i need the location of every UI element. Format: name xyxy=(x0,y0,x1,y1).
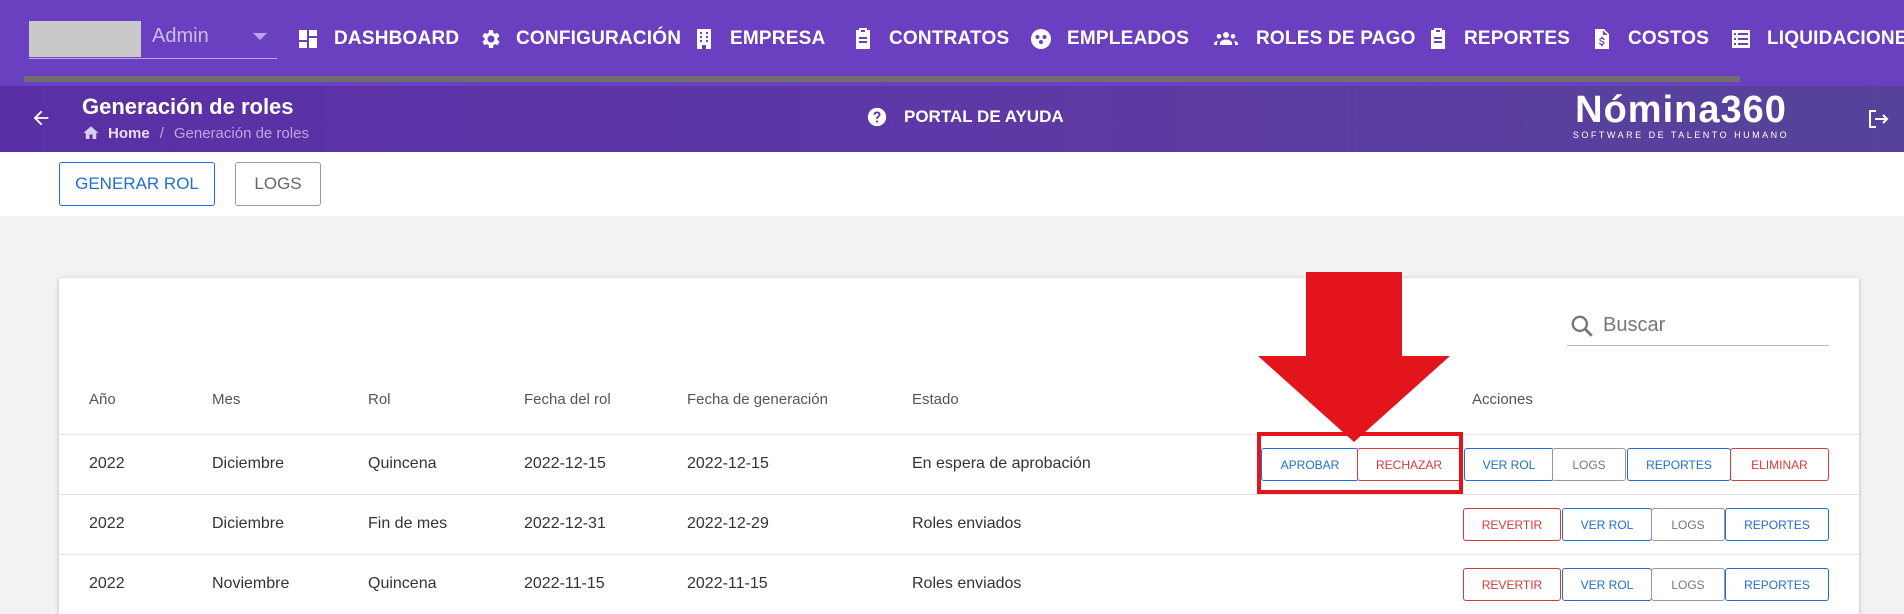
clipboard-icon xyxy=(1431,28,1445,49)
nav-empleados[interactable]: EMPLEADOS xyxy=(1029,22,1189,56)
view-role-button[interactable]: VER ROL xyxy=(1562,568,1652,601)
row-logs-button[interactable]: LOGS xyxy=(1651,568,1725,601)
cell-estado: Roles enviados xyxy=(912,575,1022,592)
home-icon xyxy=(83,126,99,139)
cell-fecha-generacion: 2022-11-15 xyxy=(687,575,768,592)
cell-fecha-generacion: 2022-12-15 xyxy=(687,455,769,472)
cell-fecha-rol: 2022-11-15 xyxy=(524,575,605,592)
column-header-acciones: Acciones xyxy=(1472,391,1533,408)
row-logs-button[interactable]: LOGS xyxy=(1552,448,1626,481)
reports-button[interactable]: REPORTES xyxy=(1725,508,1829,541)
brand-logo: Nómina360 SOFTWARE DE TALENTO HUMANO xyxy=(1566,90,1796,140)
generate-role-button[interactable]: GENERAR ROL xyxy=(59,162,215,206)
column-header-estado[interactable]: Estado xyxy=(912,391,959,408)
nav-costos-label: COSTOS xyxy=(1628,28,1710,49)
brand-name: Nómina360 xyxy=(1575,89,1787,131)
action-toolbar: GENERAR ROL LOGS xyxy=(0,152,1904,216)
table-row: 2022 Noviembre Quincena 2022-11-15 2022-… xyxy=(59,554,1859,614)
view-role-button[interactable]: VER ROL xyxy=(1464,448,1554,481)
column-header-rol[interactable]: Rol xyxy=(368,391,391,408)
group-icon xyxy=(1214,32,1238,45)
cell-rol: Quincena xyxy=(368,455,437,472)
page-title: Generación de roles xyxy=(82,94,294,119)
nav-reportes-label: REPORTES xyxy=(1464,28,1571,49)
nav-liquidaciones-label: LIQUIDACIONES xyxy=(1767,28,1904,49)
cell-estado: En espera de aprobación xyxy=(912,455,1091,472)
nav-costos[interactable]: COSTOS xyxy=(1590,22,1709,56)
logs-button[interactable]: LOGS xyxy=(235,162,321,206)
top-navbar: Admin DASHBOARD CONFIGURACIÓN EMPRESA CO… xyxy=(0,0,1904,86)
nav-configuracion[interactable]: CONFIGURACIÓN xyxy=(478,22,681,56)
help-portal-link[interactable]: PORTAL DE AYUDA xyxy=(866,106,1064,128)
nav-contratos-label: CONTRATOS xyxy=(889,28,1010,49)
logout-icon[interactable] xyxy=(1866,107,1890,131)
cell-fecha-generacion: 2022-12-29 xyxy=(687,515,769,532)
nav-dashboard-label: DASHBOARD xyxy=(334,28,460,49)
annotation-highlight-box xyxy=(1257,432,1463,494)
nav-empleados-label: EMPLEADOS xyxy=(1067,28,1190,49)
nav-contratos[interactable]: CONTRATOS xyxy=(851,22,1009,56)
gear-icon xyxy=(482,30,500,48)
annotation-arrow-icon xyxy=(1258,272,1450,442)
progress-fill xyxy=(24,76,1740,82)
cell-mes: Diciembre xyxy=(212,515,285,532)
cell-rol: Fin de mes xyxy=(368,515,448,532)
search-icon xyxy=(1571,315,1593,337)
row-logs-button[interactable]: LOGS xyxy=(1651,508,1725,541)
cell-anio: 2022 xyxy=(89,575,125,592)
breadcrumb: Home / Generación de roles xyxy=(82,124,309,142)
nav-empresa-label: EMPRESA xyxy=(730,28,826,49)
column-header-anio[interactable]: Año xyxy=(89,391,116,408)
view-role-button[interactable]: VER ROL xyxy=(1562,508,1652,541)
user-role-label: Admin xyxy=(152,25,209,47)
breadcrumb-home[interactable]: Home xyxy=(108,125,150,142)
clipboard-icon xyxy=(856,28,870,49)
cell-anio: 2022 xyxy=(89,455,125,472)
table-row: 2022 Diciembre Fin de mes 2022-12-31 202… xyxy=(59,494,1859,554)
column-header-fecha-rol[interactable]: Fecha del rol xyxy=(524,391,611,408)
dashboard-icon xyxy=(299,30,317,48)
loading-progress-bar xyxy=(0,76,1904,86)
brand-tagline: SOFTWARE DE TALENTO HUMANO xyxy=(1572,130,1790,140)
reports-button[interactable]: REPORTES xyxy=(1627,448,1731,481)
cell-fecha-rol: 2022-12-31 xyxy=(524,515,606,532)
search-input[interactable] xyxy=(1603,314,1813,337)
help-icon xyxy=(867,107,887,127)
column-header-fecha-generacion[interactable]: Fecha de generación xyxy=(687,391,828,408)
nav-liquidaciones[interactable]: LIQUIDACIONES xyxy=(1729,22,1904,56)
nav-roles-de-pago[interactable]: ROLES DE PAGO xyxy=(1210,22,1416,56)
breadcrumb-current: Generación de roles xyxy=(173,124,309,142)
revert-button[interactable]: REVERTIR xyxy=(1463,508,1561,541)
redacted-username xyxy=(29,21,141,57)
search-box[interactable] xyxy=(1567,306,1829,346)
nav-reportes[interactable]: REPORTES xyxy=(1426,22,1570,56)
delete-button[interactable]: ELIMINAR xyxy=(1730,448,1829,481)
nav-roles-de-pago-label: ROLES DE PAGO xyxy=(1256,28,1416,49)
building-icon xyxy=(697,29,711,49)
list-icon xyxy=(1732,30,1750,48)
cell-mes: Diciembre xyxy=(212,455,285,472)
dollar-file-icon xyxy=(1595,29,1609,49)
help-portal-label: PORTAL DE AYUDA xyxy=(904,107,1064,126)
breadcrumb-separator: / xyxy=(159,124,164,142)
cell-anio: 2022 xyxy=(89,515,125,532)
column-header-mes[interactable]: Mes xyxy=(212,391,240,408)
cell-mes: Noviembre xyxy=(212,575,290,592)
people-icon xyxy=(1031,29,1051,49)
roles-table-card: Año Mes Rol Fecha del rol Fecha de gener… xyxy=(59,278,1859,614)
page-header: Generación de roles Home / Generación de… xyxy=(0,86,1904,152)
back-arrow-icon[interactable] xyxy=(30,107,52,129)
user-selector[interactable]: Admin xyxy=(29,17,277,59)
cell-estado: Roles enviados xyxy=(912,515,1022,532)
nav-empresa[interactable]: EMPRESA xyxy=(692,22,825,56)
nav-configuracion-label: CONFIGURACIÓN xyxy=(516,28,682,49)
cell-fecha-rol: 2022-12-15 xyxy=(524,455,606,472)
revert-button[interactable]: REVERTIR xyxy=(1463,568,1561,601)
nav-dashboard[interactable]: DASHBOARD xyxy=(296,22,459,56)
cell-rol: Quincena xyxy=(368,575,437,592)
table-row: 2022 Diciembre Quincena 2022-12-15 2022-… xyxy=(59,434,1859,494)
reports-button[interactable]: REPORTES xyxy=(1725,568,1829,601)
chevron-down-icon[interactable] xyxy=(253,33,267,40)
